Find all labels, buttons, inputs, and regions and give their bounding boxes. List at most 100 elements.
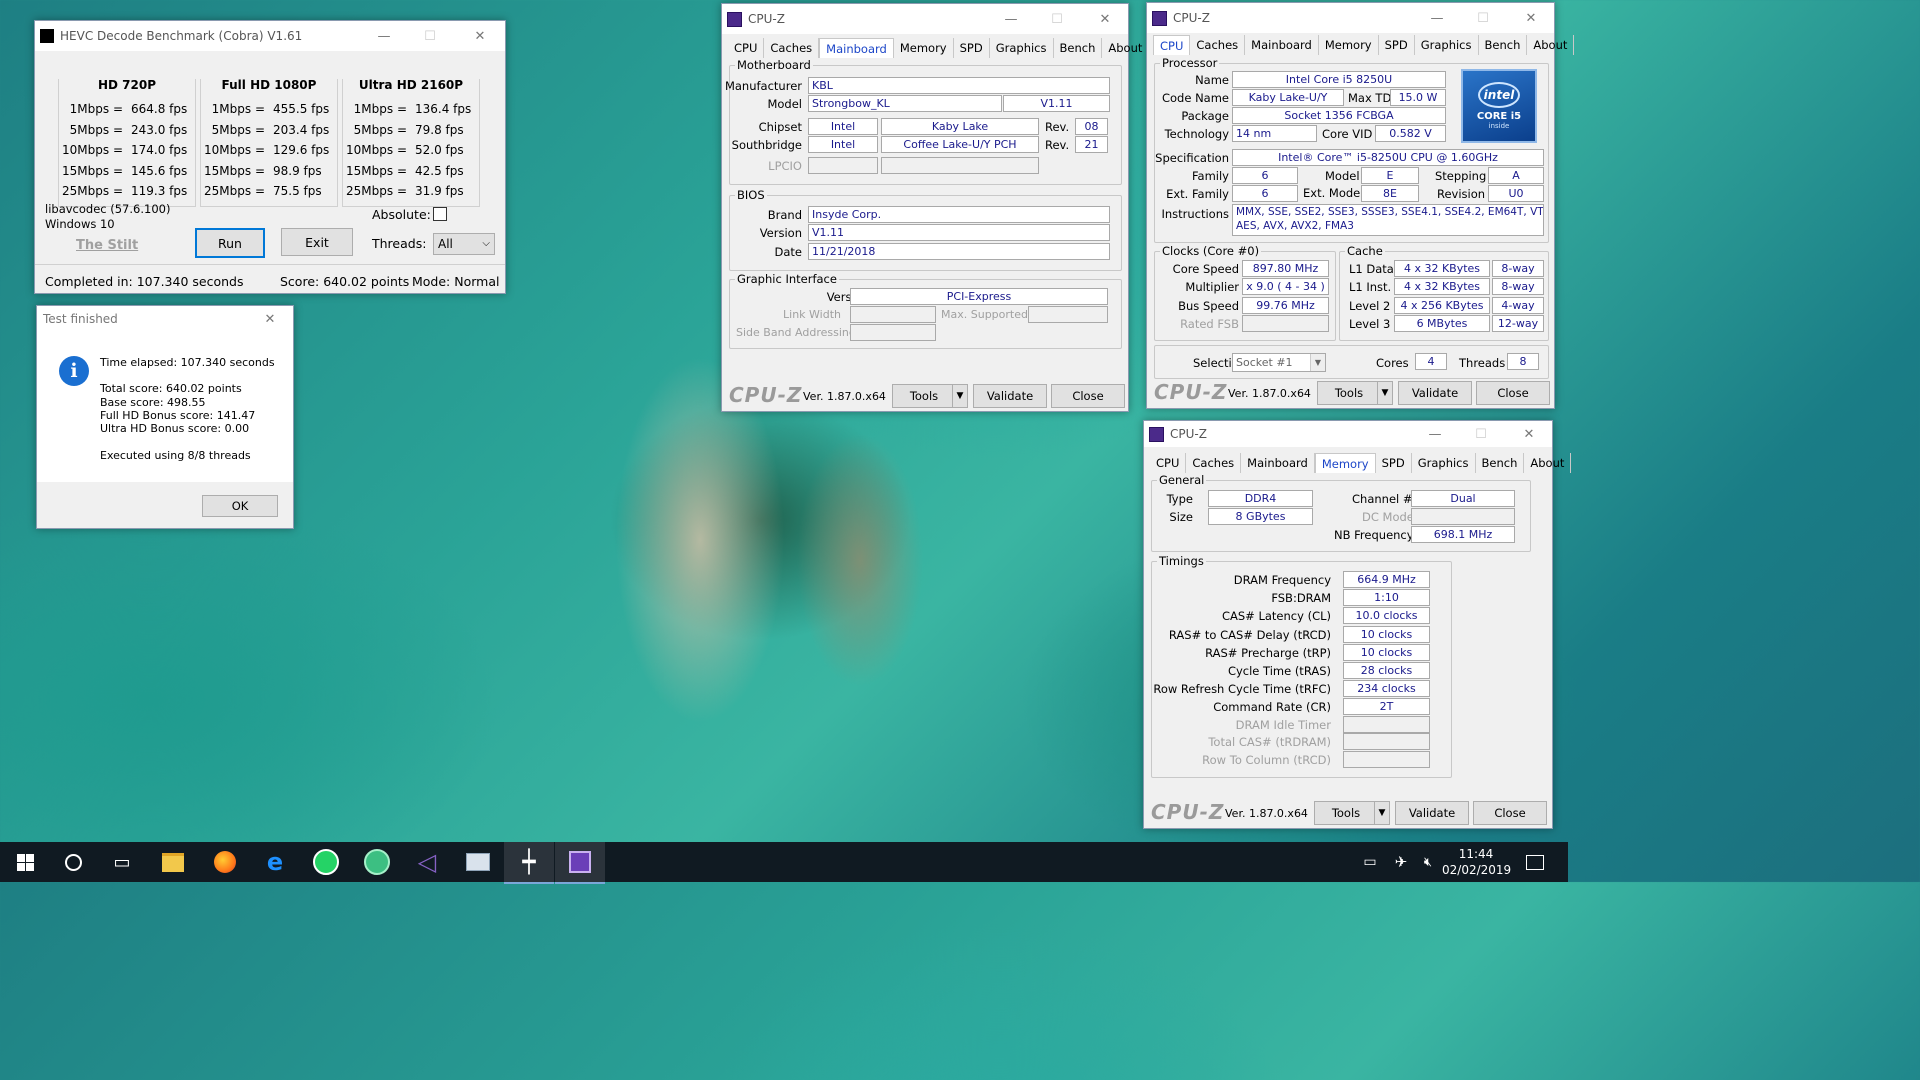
close-button[interactable]: Close: [1476, 381, 1550, 405]
tab-bench[interactable]: Bench: [1476, 453, 1525, 473]
app-window-icon[interactable]: [453, 842, 503, 882]
tab-graphics[interactable]: Graphics: [990, 38, 1054, 58]
dialog-titlebar[interactable]: Test finished ✕: [37, 306, 293, 332]
cpuz-titlebar[interactable]: CPU-Z — ☐ ✕: [722, 4, 1128, 34]
absolute-checkbox[interactable]: [433, 207, 447, 221]
run-button[interactable]: Run: [195, 228, 265, 258]
window-title: CPU-Z: [748, 12, 785, 26]
tools-dropdown-icon[interactable]: ▼: [1377, 381, 1393, 405]
cpuz-titlebar[interactable]: CPU-Z — ☐ ✕: [1144, 421, 1552, 447]
validate-button[interactable]: Validate: [1395, 801, 1469, 825]
cores-label: Cores: [1376, 356, 1409, 370]
edge-icon[interactable]: e: [250, 842, 300, 882]
tab-spd[interactable]: SPD: [1379, 35, 1415, 55]
family-label: Family: [1191, 169, 1229, 183]
stepping-value: A: [1488, 167, 1544, 184]
nb-frequency-label: NB Frequency: [1334, 528, 1414, 542]
tab-memory[interactable]: Memory: [1319, 35, 1379, 55]
firefox-icon[interactable]: [200, 842, 250, 882]
group-label: General: [1157, 473, 1207, 487]
tools-button[interactable]: Tools: [1317, 381, 1381, 405]
hevc-benchmark-taskbar-icon[interactable]: ┿: [504, 842, 554, 884]
ok-button[interactable]: OK: [202, 495, 278, 517]
southbridge-value: Coffee Lake-U/Y PCH: [881, 136, 1039, 153]
notifications-icon[interactable]: [1515, 842, 1555, 882]
close-icon[interactable]: ✕: [1506, 421, 1552, 447]
tab-about[interactable]: About: [1524, 453, 1572, 473]
socket-select[interactable]: Socket #1 ▼: [1232, 353, 1326, 372]
search-circle-icon: [64, 853, 82, 871]
file-explorer-icon[interactable]: [148, 842, 198, 882]
windows-start-icon[interactable]: [0, 842, 50, 882]
cpuz-taskbar-icon[interactable]: [555, 842, 605, 884]
bitrate-row: 15Mbps = 145.6 fps: [59, 164, 195, 178]
search-icon[interactable]: [48, 842, 98, 882]
tab-mainboard[interactable]: Mainboard: [819, 38, 894, 58]
gi-version-value: PCI-Express: [850, 288, 1108, 305]
exit-button[interactable]: Exit: [281, 228, 353, 256]
bitrate-label: 5Mbps =: [353, 122, 407, 137]
airplane-mode-icon[interactable]: ✈: [1386, 842, 1416, 882]
validate-button[interactable]: Validate: [1398, 381, 1472, 405]
tab-bench[interactable]: Bench: [1054, 38, 1103, 58]
tab-caches[interactable]: Caches: [1186, 453, 1242, 473]
type-value: DDR4: [1208, 490, 1313, 507]
tools-dropdown-icon[interactable]: ▼: [952, 384, 968, 408]
level3-value: 6 MBytes: [1394, 315, 1490, 332]
close-icon[interactable]: ✕: [457, 21, 503, 51]
tab-mainboard[interactable]: Mainboard: [1241, 453, 1315, 473]
tab-memory[interactable]: Memory: [1314, 453, 1376, 473]
bitrate-label: 25Mbps =: [346, 184, 407, 198]
tab-mainboard[interactable]: Mainboard: [1245, 35, 1319, 55]
minimize-icon[interactable]: —: [988, 4, 1034, 34]
close-icon[interactable]: ✕: [1082, 4, 1128, 34]
clock[interactable]: 11:44 02/02/2019: [1442, 846, 1511, 878]
visual-studio-icon[interactable]: ◁: [402, 842, 452, 882]
tab-about[interactable]: About: [1527, 35, 1575, 55]
minimize-icon[interactable]: —: [361, 21, 407, 51]
tab-about[interactable]: About: [1102, 38, 1150, 58]
cpuz-footer: CPU-Z Ver. 1.87.0.x64 Tools ▼ Validate C…: [1147, 378, 1554, 408]
minimize-icon[interactable]: —: [1412, 421, 1458, 447]
whatsapp-icon[interactable]: [301, 842, 351, 882]
tab-bench[interactable]: Bench: [1479, 35, 1528, 55]
validate-button[interactable]: Validate: [973, 384, 1047, 408]
battery-icon[interactable]: ▭: [1353, 842, 1387, 882]
tab-spd[interactable]: SPD: [1376, 453, 1412, 473]
volume-muted-icon[interactable]: 🔇︎: [1413, 842, 1443, 882]
tools-button[interactable]: Tools: [1314, 801, 1378, 825]
tab-spd[interactable]: SPD: [954, 38, 990, 58]
chipset-rev-label: Rev.: [1045, 120, 1070, 134]
stilt-link[interactable]: The Stilt: [76, 238, 138, 253]
threads-select[interactable]: All ⌵: [433, 233, 495, 255]
task-view-icon[interactable]: ▭: [97, 842, 147, 882]
level2-value: 4 x 256 KBytes: [1394, 297, 1490, 314]
fps-value: 119.3 fps: [131, 184, 188, 198]
timing-label: CAS# Latency (CL): [1221, 609, 1331, 624]
tab-cpu[interactable]: CPU: [1153, 35, 1191, 55]
side-band-value: [850, 324, 936, 341]
close-button[interactable]: Close: [1051, 384, 1125, 408]
tab-graphics[interactable]: Graphics: [1412, 453, 1476, 473]
tab-caches[interactable]: Caches: [764, 38, 820, 58]
name-value: Intel Core i5 8250U: [1232, 71, 1446, 88]
cpuz-titlebar[interactable]: CPU-Z — ☐ ✕: [1147, 3, 1554, 33]
minimize-icon[interactable]: —: [1414, 3, 1460, 33]
tab-memory[interactable]: Memory: [894, 38, 954, 58]
tab-graphics[interactable]: Graphics: [1415, 35, 1479, 55]
bitrate-row: 5Mbps = 79.8 fps: [343, 123, 479, 137]
close-icon[interactable]: ✕: [247, 306, 293, 332]
fps-value: 79.8 fps: [415, 122, 464, 137]
close-icon[interactable]: ✕: [1508, 3, 1554, 33]
bitrate-row: 1Mbps = 136.4 fps: [343, 102, 479, 116]
tab-caches[interactable]: Caches: [1190, 35, 1246, 55]
hevc-titlebar[interactable]: HEVC Decode Benchmark (Cobra) V1.61 — ☐ …: [35, 21, 505, 51]
tools-dropdown-icon[interactable]: ▼: [1374, 801, 1390, 825]
tab-cpu[interactable]: CPU: [1150, 453, 1187, 473]
bitrate-label: 15Mbps =: [62, 163, 123, 178]
atom-icon[interactable]: [352, 842, 402, 882]
instructions-value: MMX, SSE, SSE2, SSE3, SSSE3, SSE4.1, SSE…: [1232, 204, 1544, 236]
tools-button[interactable]: Tools: [892, 384, 956, 408]
tab-cpu[interactable]: CPU: [728, 38, 765, 58]
close-button[interactable]: Close: [1473, 801, 1547, 825]
